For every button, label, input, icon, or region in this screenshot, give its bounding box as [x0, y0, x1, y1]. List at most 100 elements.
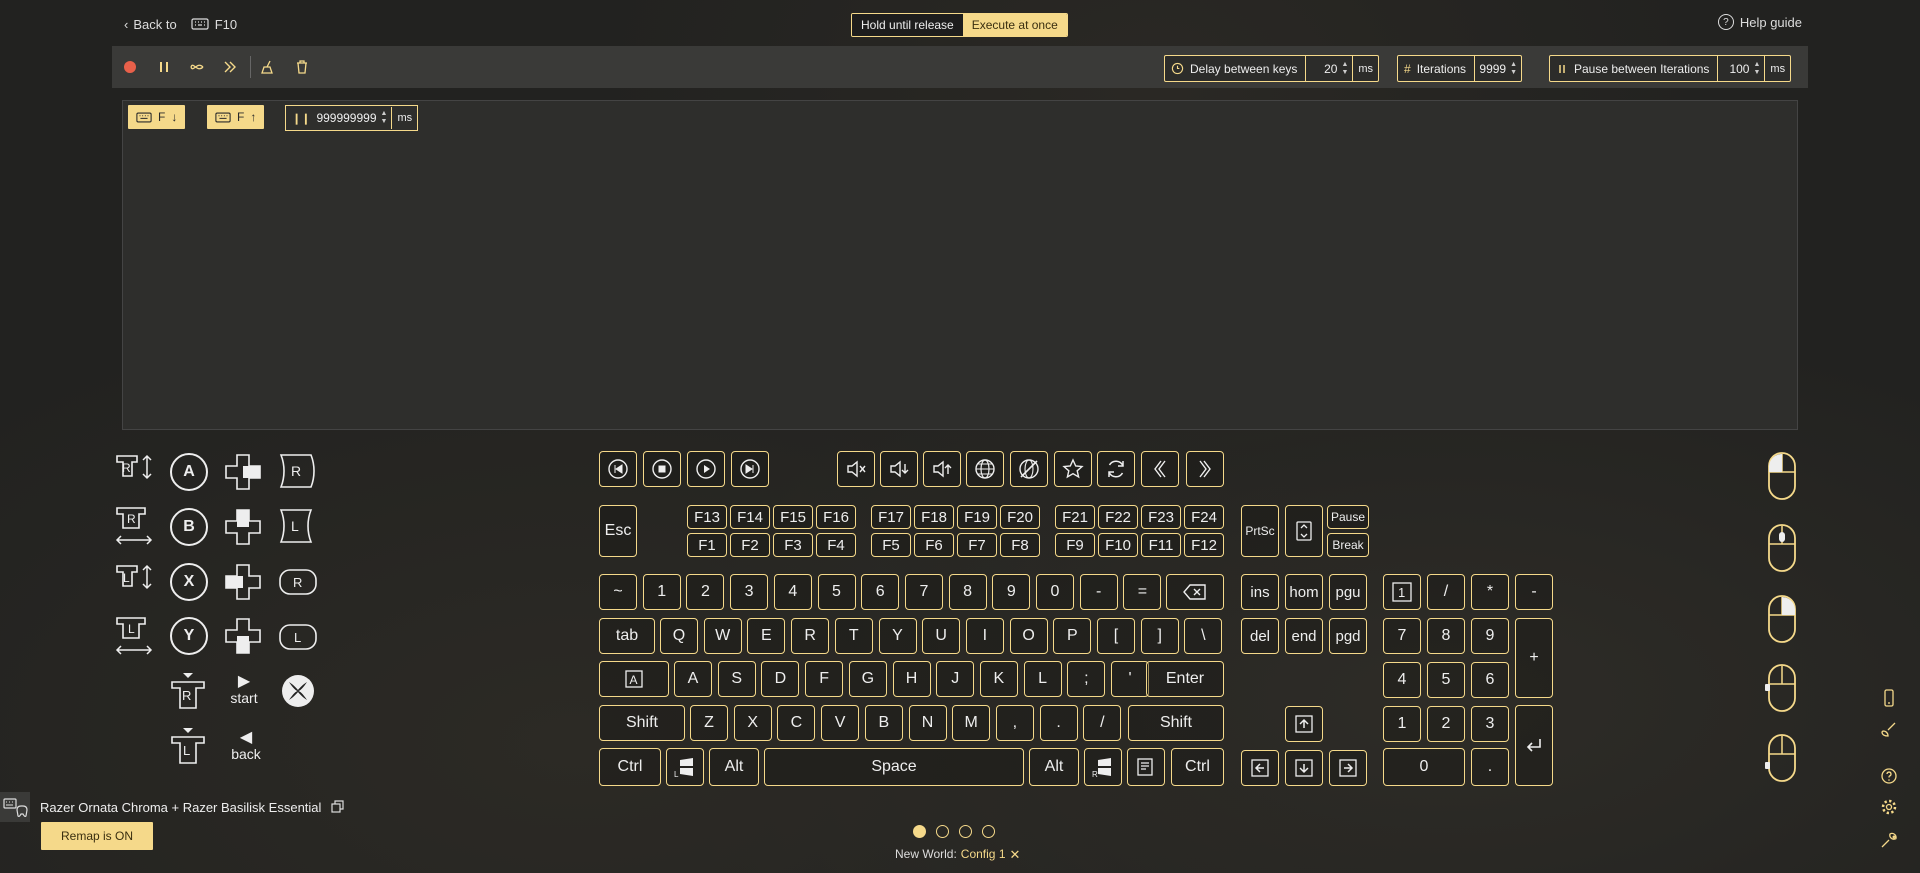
key-row1[interactable]: 4	[773, 574, 812, 610]
key-row2[interactable]: E	[747, 618, 786, 654]
delay-step-value[interactable]: 999999999	[316, 111, 380, 125]
start-button[interactable]: ▶ start	[226, 674, 262, 707]
dpad-down-icon[interactable]	[224, 617, 262, 655]
iterations-spinner-icon[interactable]: ▲ ▼	[1510, 61, 1517, 77]
key-row2[interactable]: T	[834, 618, 873, 654]
macro-editor[interactable]: F ↓ F ↑ ❙❙ 999999999 ▲ ▼ ms	[122, 100, 1798, 430]
key-row4[interactable]: X	[733, 705, 772, 741]
left-trigger-icon[interactable]: L	[278, 507, 318, 545]
key-menu[interactable]	[1127, 748, 1165, 786]
key-enter[interactable]: Enter	[1146, 661, 1224, 697]
key-f11[interactable]: F11	[1141, 533, 1181, 557]
key-row4[interactable]: Z	[690, 705, 728, 741]
mode-exec-button[interactable]: Execute at once	[962, 14, 1067, 36]
key-f23[interactable]: F23	[1141, 505, 1181, 529]
page-dot[interactable]	[936, 825, 949, 838]
left-bumper-icon[interactable]: L	[278, 622, 318, 652]
key-pause[interactable]: Pause	[1327, 505, 1369, 529]
gamepad-button-b[interactable]: B	[170, 508, 208, 546]
right-bumper-icon[interactable]: R	[278, 567, 318, 597]
key-f20[interactable]: F20	[1000, 505, 1040, 529]
brush-icon[interactable]	[1880, 721, 1898, 739]
favorites-key[interactable]	[1054, 451, 1092, 487]
key-num-6[interactable]: 6	[1471, 662, 1509, 698]
key-row3[interactable]: ;	[1067, 661, 1106, 697]
key-row1[interactable]: 7	[904, 574, 943, 610]
key-shift-right[interactable]: Shift	[1128, 705, 1224, 741]
key-num-0[interactable]: 0	[1383, 748, 1465, 786]
key-alt-right[interactable]: Alt	[1029, 748, 1079, 786]
key-row2[interactable]: O	[1009, 618, 1048, 654]
key-num-lock[interactable]: 1	[1383, 574, 1421, 610]
delay-value[interactable]: 20	[1324, 62, 1337, 76]
dpad-right-icon[interactable]	[224, 453, 262, 491]
key-alt-left[interactable]: Alt	[709, 748, 759, 786]
key-arrow-down[interactable]	[1285, 750, 1323, 786]
mouse-left-button-icon[interactable]	[1764, 452, 1800, 502]
key-arrow-left[interactable]	[1241, 750, 1279, 786]
delay-between-keys[interactable]: Delay between keys 20 ▲ ▼ ms	[1164, 55, 1380, 82]
phone-icon[interactable]	[1880, 689, 1898, 707]
key-space[interactable]: Space	[764, 748, 1024, 786]
key-num-4[interactable]: 4	[1383, 662, 1421, 698]
delay-spinner-icon[interactable]: ▲ ▼	[1341, 61, 1348, 77]
remap-status-button[interactable]: Remap is ON	[41, 822, 154, 850]
key-f8[interactable]: F8	[1000, 533, 1040, 557]
key-break[interactable]: Break	[1327, 533, 1369, 557]
key-row2[interactable]: [	[1097, 618, 1135, 654]
mode-toggle[interactable]: Hold until release Execute at once	[851, 13, 1068, 37]
key-row2[interactable]: R	[791, 618, 830, 654]
key-row1[interactable]: 1	[642, 574, 681, 610]
left-stick-press-icon[interactable]: L	[168, 727, 208, 767]
back-link[interactable]: ‹ Back to F10	[124, 12, 237, 36]
mode-hold-button[interactable]: Hold until release	[852, 14, 963, 36]
media-play-key[interactable]	[687, 451, 725, 487]
key-row2[interactable]: U	[922, 618, 961, 654]
macro-step-key-up[interactable]: F ↑	[207, 105, 265, 129]
close-icon[interactable]: ✕	[1010, 847, 1021, 863]
key-f17[interactable]: F17	[871, 505, 911, 529]
help-icon[interactable]	[1880, 767, 1898, 785]
key-row1[interactable]: 2	[686, 574, 725, 610]
left-stick-vertical-icon[interactable]: L	[114, 562, 156, 602]
mouse-side-back-icon[interactable]	[1764, 664, 1800, 714]
copy-icon[interactable]	[331, 800, 345, 814]
key-row4[interactable]: V	[821, 705, 860, 741]
key-num-plus[interactable]: +	[1515, 618, 1553, 698]
key-shift-left[interactable]: Shift	[599, 705, 685, 741]
key-row2[interactable]: P	[1053, 618, 1092, 654]
key-row3[interactable]: G	[848, 661, 887, 697]
key-row4[interactable]: B	[864, 705, 903, 741]
help-guide-link[interactable]: ? Help guide	[1717, 14, 1802, 30]
key-num-9[interactable]: 9	[1471, 618, 1509, 654]
browser-forward-key[interactable]	[1186, 451, 1224, 487]
key-num-dot[interactable]: .	[1471, 748, 1509, 786]
key-row3[interactable]: F	[805, 661, 844, 697]
key-row4[interactable]: .	[1039, 705, 1078, 741]
key-f10[interactable]: F10	[1098, 533, 1138, 557]
xbox-logo-icon[interactable]	[280, 673, 316, 709]
record-icon[interactable]	[122, 59, 138, 75]
key-num-enter[interactable]	[1515, 705, 1553, 786]
key-row1[interactable]: 9	[992, 574, 1031, 610]
key-f14[interactable]: F14	[730, 505, 770, 529]
pause-between-iterations[interactable]: Pause between Iterations 100 ▲ ▼ ms	[1549, 55, 1792, 82]
media-prev-key[interactable]	[599, 451, 637, 487]
mouse-right-button-icon[interactable]	[1764, 595, 1800, 645]
media-next-key[interactable]	[731, 451, 769, 487]
right-stick-vertical-icon[interactable]: R	[114, 452, 156, 492]
key-ctrl-left[interactable]: Ctrl	[599, 748, 661, 786]
key-row3[interactable]: K	[979, 661, 1018, 697]
key-f6[interactable]: F6	[914, 533, 954, 557]
key-f19[interactable]: F19	[957, 505, 997, 529]
browser-key[interactable]	[966, 451, 1004, 487]
delay-step-spinner-icon[interactable]: ▲ ▼	[381, 110, 392, 126]
key-ctrl-right[interactable]: Ctrl	[1171, 748, 1224, 786]
key-f13[interactable]: F13	[687, 505, 727, 529]
key-row3[interactable]: J	[936, 661, 975, 697]
key-pgd[interactable]: pgd	[1329, 618, 1367, 654]
key-esc[interactable]: Esc	[599, 505, 637, 557]
key-hom[interactable]: hom	[1285, 574, 1323, 610]
key-num-7[interactable]: 7	[1383, 618, 1421, 654]
right-stick-press-icon[interactable]: R	[168, 672, 208, 712]
